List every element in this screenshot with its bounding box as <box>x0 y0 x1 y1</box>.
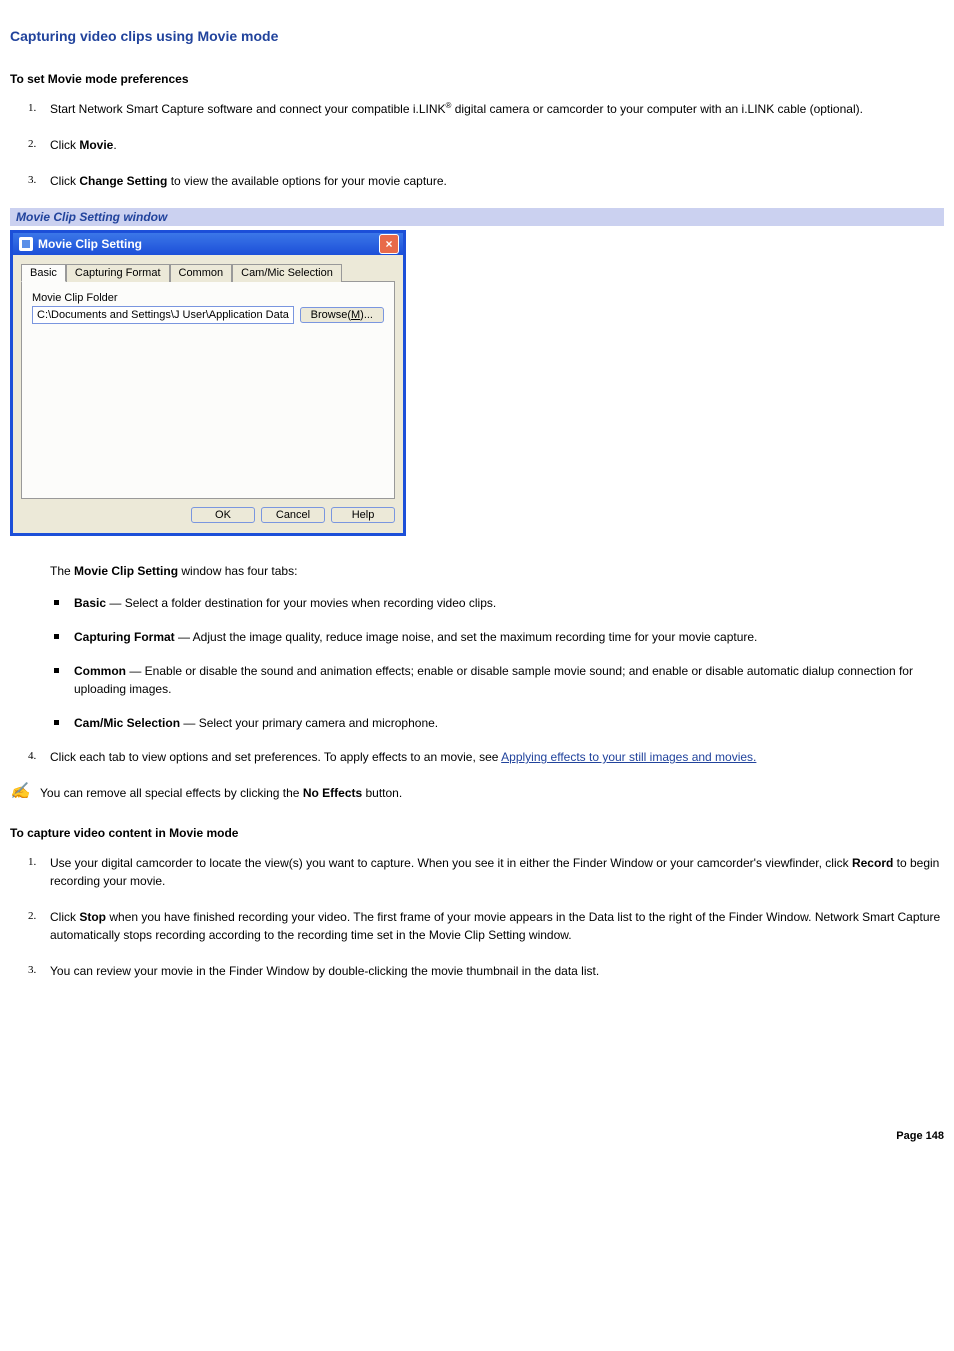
step-bold: Record <box>852 856 893 870</box>
steps-capture: 1. Use your digital camcorder to locate … <box>10 854 944 980</box>
step-number: 3. <box>28 172 36 189</box>
step-bold: Change Setting <box>79 174 167 188</box>
tab-basic[interactable]: Basic <box>21 264 66 282</box>
dialog-footer: OK Cancel Help <box>21 499 395 523</box>
tab-name: Capturing Format <box>74 630 175 644</box>
close-icon: × <box>385 238 392 250</box>
close-button[interactable]: × <box>379 234 399 254</box>
dialog-app-icon <box>19 237 33 251</box>
list-item: Cam/Mic Selection — Select your primary … <box>50 714 944 732</box>
step-text: to view the available options for your m… <box>167 174 446 188</box>
page-number: Page 148 <box>10 1130 944 1142</box>
dialog-title: Movie Clip Setting <box>38 237 142 251</box>
steps-set-preferences: 1. Start Network Smart Capture software … <box>10 100 944 190</box>
movie-clip-setting-dialog: Movie Clip Setting × Basic Capturing For… <box>10 230 406 536</box>
step-item: 1. Use your digital camcorder to locate … <box>10 854 944 890</box>
tab-name: Cam/Mic Selection <box>74 716 180 730</box>
tab-common[interactable]: Common <box>170 264 233 282</box>
tab-desc: — Adjust the image quality, reduce image… <box>175 630 758 644</box>
tab-name: Basic <box>74 596 106 610</box>
tab-panel-basic: Movie Clip Folder Browse(M)... <box>21 281 395 499</box>
step-text: digital camera or camcorder to your comp… <box>451 102 863 116</box>
folder-label: Movie Clip Folder <box>32 292 384 304</box>
step4-container: 4. Click each tab to view options and se… <box>10 748 944 766</box>
cancel-button[interactable]: Cancel <box>261 507 325 523</box>
browse-button[interactable]: Browse(M)... <box>300 307 384 323</box>
note-icon: ✍ <box>10 784 30 800</box>
tab-desc: — Select a folder destination for your m… <box>106 596 496 610</box>
step-text: Start Network Smart Capture software and… <box>50 102 446 116</box>
tab-desc: — Enable or disable the sound and animat… <box>74 664 913 696</box>
step-text: Click each tab to view options and set p… <box>50 750 501 764</box>
tabs-row: Basic Capturing Format Common Cam/Mic Se… <box>21 263 395 281</box>
heading-capture: To capture video content in Movie mode <box>10 826 944 840</box>
step-text: Click <box>50 910 79 924</box>
tabs-intro: The Movie Clip Setting window has four t… <box>50 562 944 580</box>
tab-cam-mic-selection[interactable]: Cam/Mic Selection <box>232 264 342 282</box>
note-text: You can remove all special effects by cl… <box>40 784 402 802</box>
help-button[interactable]: Help <box>331 507 395 523</box>
step-item: 4. Click each tab to view options and se… <box>10 748 944 766</box>
list-item: Basic — Select a folder destination for … <box>50 594 944 612</box>
step-bold: Stop <box>79 910 106 924</box>
step-item: 1. Start Network Smart Capture software … <box>10 100 944 118</box>
note: ✍ You can remove all special effects by … <box>10 784 944 802</box>
step-number: 2. <box>28 136 36 153</box>
list-item: Capturing Format — Adjust the image qual… <box>50 628 944 646</box>
dialog-titlebar: Movie Clip Setting × <box>13 233 403 255</box>
step-item: 2. Click Movie. <box>10 136 944 154</box>
tab-descriptions-list: Basic — Select a folder destination for … <box>50 594 944 732</box>
step-text: . <box>113 138 116 152</box>
folder-path-input[interactable] <box>32 306 294 324</box>
step-number: 1. <box>28 854 36 871</box>
step-number: 1. <box>28 100 36 117</box>
step-text: Use your digital camcorder to locate the… <box>50 856 852 870</box>
applying-effects-link[interactable]: Applying effects to your still images an… <box>501 750 756 764</box>
step-text: Click <box>50 174 79 188</box>
step-number: 3. <box>28 962 36 979</box>
heading-set-preferences: To set Movie mode preferences <box>10 72 944 86</box>
step-text: You can review your movie in the Finder … <box>50 964 599 978</box>
step-item: 2. Click Stop when you have finished rec… <box>10 908 944 944</box>
tab-desc: — Select your primary camera and microph… <box>180 716 438 730</box>
step-text: when you have finished recording your vi… <box>50 910 940 942</box>
ok-button[interactable]: OK <box>191 507 255 523</box>
step-number: 2. <box>28 908 36 925</box>
dialog-body: Basic Capturing Format Common Cam/Mic Se… <box>13 255 403 533</box>
step-text: Click <box>50 138 79 152</box>
tab-capturing-format[interactable]: Capturing Format <box>66 264 170 282</box>
tab-name: Common <box>74 664 126 678</box>
page-title: Capturing video clips using Movie mode <box>10 28 944 44</box>
figure-caption: Movie Clip Setting window <box>10 208 944 226</box>
list-item: Common — Enable or disable the sound and… <box>50 662 944 698</box>
step-item: 3. You can review your movie in the Find… <box>10 962 944 980</box>
step-bold: Movie <box>79 138 113 152</box>
step-item: 3. Click Change Setting to view the avai… <box>10 172 944 190</box>
step-number: 4. <box>28 748 36 765</box>
